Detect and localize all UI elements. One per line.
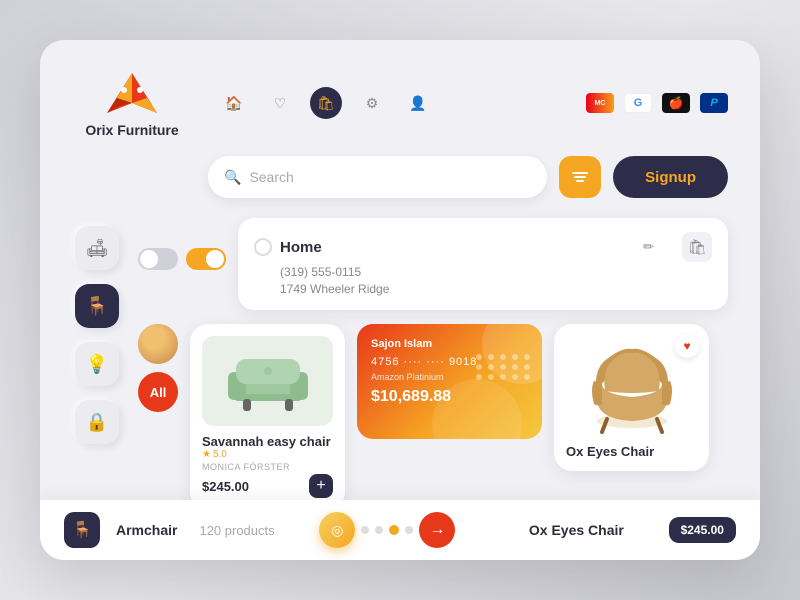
address-radio[interactable]: [254, 238, 272, 256]
header: Orix Furniture 🏠 ♡ 🛍 ⚙ 👤 MC G 🍎 P: [72, 68, 728, 138]
logo-area: Orix Furniture: [72, 68, 192, 138]
bottom-bar: 🪑 Armchair 120 products ◎ → Ox Eyes Chai…: [40, 500, 760, 560]
product-name-row-2: Ox Eyes Chair: [566, 444, 697, 459]
bottom-row: All: [138, 324, 728, 510]
payment-card: Sajon Islam 4756 ···· ···· 9018 Amazon P…: [357, 324, 542, 439]
nav-dot-2[interactable]: [375, 526, 383, 534]
address-street: 1749 Wheeler Ridge: [254, 282, 712, 296]
search-row: 🔍 Search Signup: [72, 156, 728, 198]
nav-bag-icon[interactable]: 🛍: [310, 87, 342, 119]
product-rating-1: ★ 5.0: [202, 449, 333, 460]
main-card: Orix Furniture 🏠 ♡ 🛍 ⚙ 👤 MC G 🍎 P 🔍 Sear…: [40, 40, 760, 560]
search-placeholder: Search: [249, 169, 293, 185]
avatar-face: [138, 324, 178, 364]
fox-logo: [102, 68, 162, 118]
next-button[interactable]: →: [419, 512, 455, 548]
main-content: 🛋 🪑 💡 🔒 Home ✏ 🛍: [72, 218, 728, 510]
add-to-cart-button-1[interactable]: +: [309, 474, 333, 498]
ox-eyes-chair-img: [572, 339, 692, 434]
search-box[interactable]: 🔍 Search: [208, 156, 547, 198]
nav-home-icon[interactable]: 🏠: [218, 87, 250, 119]
products-count: 120 products: [199, 523, 274, 538]
toggle-off[interactable]: [138, 248, 178, 270]
nav-dots: ◎ →: [319, 512, 455, 548]
nav-dot-3[interactable]: [389, 525, 399, 535]
all-filter-button[interactable]: All: [138, 372, 178, 412]
toggle-area: [138, 248, 226, 270]
signup-button[interactable]: Signup: [613, 156, 728, 198]
card-dots-pattern: [476, 354, 532, 380]
heart-badge[interactable]: ♥: [675, 334, 699, 358]
paypal-icon: P: [700, 93, 728, 113]
product-card-2: ♥: [554, 324, 709, 471]
bottom-product-name: Ox Eyes Chair: [529, 522, 624, 538]
product-image-1: [202, 336, 333, 426]
sidebar-lock-icon[interactable]: 🔒: [75, 400, 119, 444]
product-price-row-1: $245.00 +: [202, 474, 333, 498]
nav-user-icon[interactable]: 👤: [402, 87, 434, 119]
nav-icons: 🏠 ♡ 🛍 ⚙ 👤: [218, 87, 434, 119]
nav-dot-4[interactable]: [405, 526, 413, 534]
sidebar-sofa-icon[interactable]: 🛋: [75, 226, 119, 270]
address-card: Home ✏ 🛍 (319) 555-0115 1749 Wheeler Rid…: [238, 218, 728, 310]
toggle-on[interactable]: [186, 248, 226, 270]
app-title: Orix Furniture: [85, 122, 178, 138]
filter-icon: [571, 170, 589, 184]
bag-icon-address[interactable]: 🛍: [682, 232, 712, 262]
address-phone: (319) 555-0115: [254, 265, 712, 279]
middle-section: Home ✏ 🛍 (319) 555-0115 1749 Wheeler Rid…: [138, 218, 728, 510]
spinner-button[interactable]: ◎: [319, 512, 355, 548]
filter-button[interactable]: [559, 156, 601, 198]
nav-heart-icon[interactable]: ♡: [264, 87, 296, 119]
nav-settings-icon[interactable]: ⚙: [356, 87, 388, 119]
google-pay-icon: G: [624, 93, 652, 113]
search-icon: 🔍: [224, 169, 241, 186]
product-name-1: Savannah easy chair: [202, 434, 333, 449]
category-name: Armchair: [116, 522, 177, 538]
savannah-chair-img: [218, 344, 318, 419]
category-icon: 🪑: [64, 512, 100, 548]
nav-dot-1[interactable]: [361, 526, 369, 534]
product-author-1: MONICA FÖRSTER: [202, 462, 333, 472]
user-avatar[interactable]: [138, 324, 178, 364]
sidebar-icons: 🛋 🪑 💡 🔒: [72, 218, 122, 510]
user-filter: All: [138, 324, 178, 412]
payment-brands: MC G 🍎 P: [586, 93, 728, 113]
sidebar-chair-icon[interactable]: 🪑: [75, 284, 119, 328]
mastercard-icon: MC: [586, 93, 614, 113]
product-card-1: Savannah easy chair ★ 5.0 MONICA FÖRSTER…: [190, 324, 345, 510]
product-price-1: $245.00: [202, 479, 249, 494]
address-header: Home ✏ 🛍: [254, 232, 712, 262]
edit-icon[interactable]: ✏: [643, 239, 654, 255]
sidebar-lamp-icon[interactable]: 💡: [75, 342, 119, 386]
bottom-product-price: $245.00: [669, 517, 736, 543]
address-title: Home: [280, 239, 322, 256]
apple-pay-icon: 🍎: [662, 93, 690, 113]
product-name-2: Ox Eyes Chair: [566, 444, 654, 459]
